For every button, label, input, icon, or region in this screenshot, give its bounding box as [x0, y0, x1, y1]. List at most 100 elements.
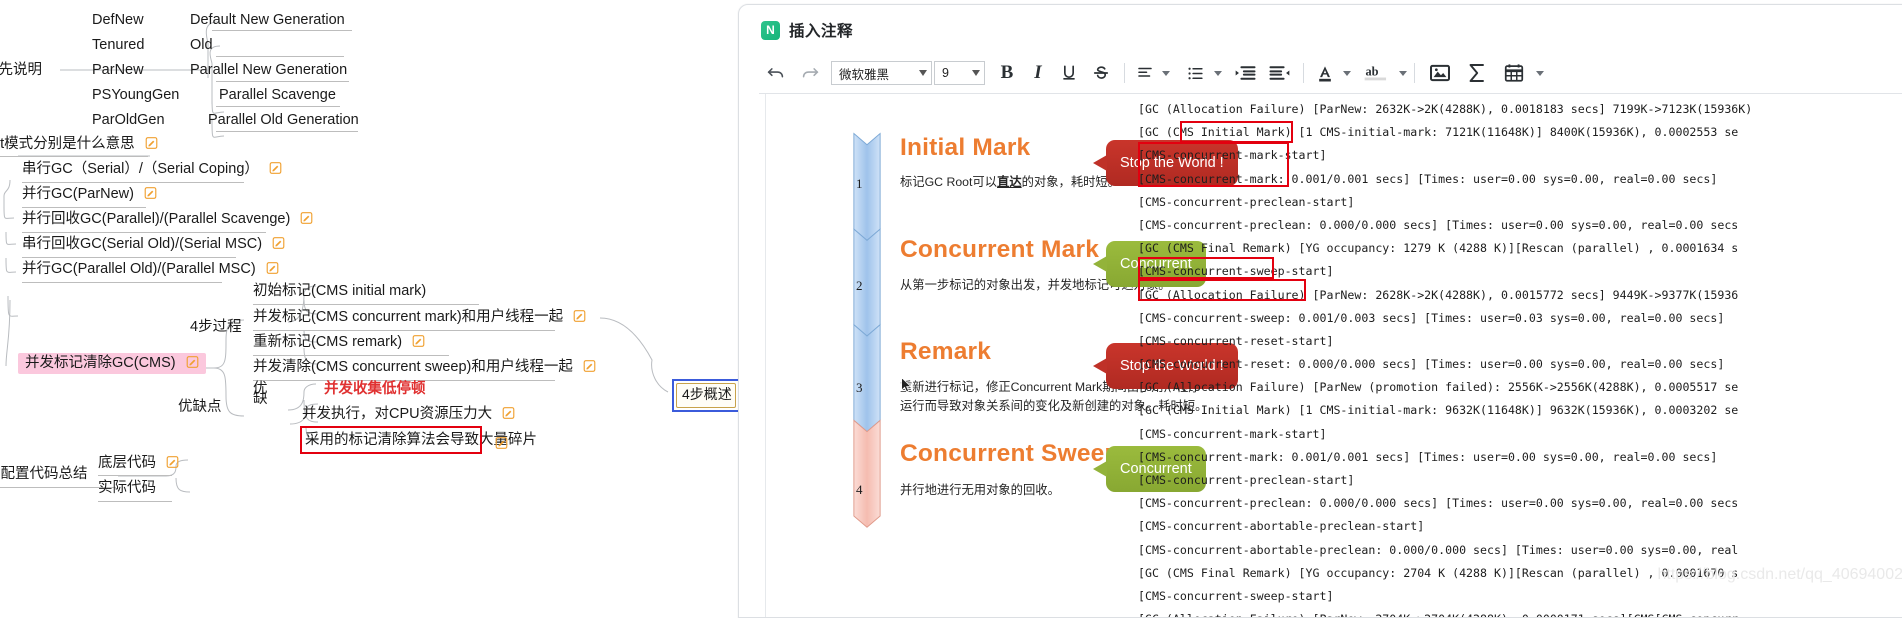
gc-log-line: [CMS-concurrent-abortable-preclean: 0.00…: [1138, 542, 1739, 557]
mindmap-row-desc-2[interactable]: Parallel New Generation: [190, 62, 347, 79]
gc-log-line: [GC (CMS Initial Mark) [1 CMS-initial-ma…: [1138, 403, 1739, 418]
document-canvas[interactable]: 1 Initial Mark 标记GC Root可以直达的对象，耗时短。 Sto…: [759, 93, 1902, 617]
chevron-down-icon[interactable]: [1214, 70, 1222, 76]
window-titlebar: N 插入注释: [761, 19, 853, 41]
mindmap-summary-label[interactable]: 器配置代码总结: [0, 466, 88, 483]
redo-icon[interactable]: [793, 58, 827, 88]
watermark-text: https://blog.csdn.net/qq_40694002: [1657, 565, 1902, 583]
gc-log-line: [CMS-concurrent-sweep-start]: [1138, 264, 1334, 279]
font-color-icon[interactable]: [1311, 58, 1339, 88]
mindmap-pro-value[interactable]: 并发收集低停顿: [324, 381, 426, 398]
pen-icon[interactable]: [269, 161, 282, 175]
bullet-list-icon[interactable]: [1180, 58, 1210, 88]
font-size-select[interactable]: 9: [934, 61, 985, 85]
font-family-select[interactable]: 微软雅黑: [831, 61, 932, 85]
chevron-down-icon[interactable]: [1162, 70, 1170, 76]
phase-title-2: Concurrent Mark: [900, 236, 1100, 263]
mindmap-step-3[interactable]: 并发清除(CMS concurrent sweep)和用户线程一起: [253, 359, 596, 376]
gc-log-line: [CMS-concurrent-sweep: 0.001/0.003 secs]…: [1138, 310, 1725, 325]
mindmap-selected-node-label: 4步概述: [682, 386, 732, 402]
mindmap-row-desc-3[interactable]: Parallel Scavenge: [219, 87, 336, 104]
bubble-tail: [1093, 256, 1107, 272]
gc-log-line: [GC (Allocation Failure) [ParNew: 2628K-…: [1138, 287, 1739, 302]
pen-icon[interactable]: [144, 186, 157, 200]
insert-image-icon[interactable]: [1422, 58, 1458, 88]
mindmap-collector-4[interactable]: 并行GC(Parallel Old)/(Parallel MSC): [22, 261, 279, 278]
mindmap-row-name-3[interactable]: PSYoungGen: [92, 87, 179, 104]
mindmap-row-name-4[interactable]: ParOldGen: [92, 112, 165, 129]
insert-table-icon[interactable]: [1496, 58, 1532, 88]
decrease-indent-icon[interactable]: [1228, 58, 1262, 88]
mindmap-collector-3[interactable]: 串行回收GC(Serial Old)/(Serial MSC): [22, 236, 285, 253]
mindmap-row-desc-0[interactable]: Default New Generation: [190, 12, 345, 29]
document-page[interactable]: 1 Initial Mark 标记GC Root可以直达的对象，耗时短。 Sto…: [765, 94, 1902, 617]
mindmap-row-name-0[interactable]: DefNew: [92, 12, 144, 29]
mindmap-row-desc-4[interactable]: Parallel Old Generation: [208, 112, 359, 129]
mindmap-summary-child-0[interactable]: 底层代码: [98, 455, 179, 472]
screen: DefNew Default New Generation Tenured Ol…: [0, 0, 1902, 618]
gc-log-text[interactable]: [GC (Allocation Failure) [ParNew: 2632K-…: [1134, 94, 1902, 617]
underline-button[interactable]: [1053, 58, 1085, 88]
gc-log-line: [CMS-concurrent-preclean-start]: [1138, 194, 1355, 209]
editor-toolbar[interactable]: 微软雅黑 9 B I ab: [759, 53, 1902, 93]
pen-icon[interactable]: [502, 406, 515, 420]
strikethrough-button[interactable]: [1085, 58, 1117, 88]
text-highlight-icon[interactable]: ab: [1359, 58, 1395, 88]
pen-icon[interactable]: [186, 355, 199, 369]
mindmap-proscons-branch-label[interactable]: 优缺点: [178, 399, 222, 416]
mindmap-step-2[interactable]: 重新标记(CMS remark): [253, 334, 425, 351]
chevron-down-icon[interactable]: [1536, 70, 1544, 76]
pen-icon[interactable]: [573, 309, 586, 323]
pen-icon[interactable]: [412, 334, 425, 348]
pen-icon[interactable]: [495, 436, 508, 450]
font-family-value: 微软雅黑: [839, 67, 890, 82]
toolbar-divider: [1124, 63, 1125, 83]
app-logo-icon: N: [761, 20, 780, 40]
mindmap-steps-branch-label[interactable]: 4步过程: [190, 319, 242, 336]
node-underline: [22, 282, 222, 283]
chevron-down-icon: [972, 70, 980, 76]
font-size-value: 9: [942, 66, 949, 80]
chevron-down-icon[interactable]: [1343, 70, 1351, 76]
node-underline: [98, 501, 172, 502]
node-underline: [212, 30, 352, 31]
mindmap-collector-1[interactable]: 并行GC(ParNew): [22, 186, 157, 203]
increase-indent-icon[interactable]: [1262, 58, 1296, 88]
align-left-icon[interactable]: [1132, 58, 1158, 88]
toolbar-divider: [1414, 63, 1415, 83]
mindmap-summary-child-1[interactable]: 实际代码: [98, 480, 156, 497]
mindmap-question-node[interactable]: ent模式分别是什么意思: [0, 136, 158, 153]
mindmap-con-label[interactable]: 缺: [253, 391, 268, 408]
mindmap-step-label: 并发清除(CMS concurrent sweep)和用户线程一起: [253, 359, 573, 375]
bold-button[interactable]: B: [991, 58, 1023, 88]
mindmap-row-name-2[interactable]: ParNew: [92, 62, 144, 79]
pen-icon[interactable]: [300, 211, 313, 225]
mindmap-step-1[interactable]: 并发标记(CMS concurrent mark)和用户线程一起: [253, 309, 586, 326]
mindmap-con-0[interactable]: 并发执行，对CPU资源压力大: [302, 406, 515, 423]
mindmap-collector-2[interactable]: 并行回收GC(Parallel)/(Parallel Scavenge): [22, 211, 313, 228]
pen-icon[interactable]: [266, 261, 279, 275]
mindmap-left-stub[interactable]: 题先说明: [0, 62, 42, 79]
mouse-cursor-icon: [901, 376, 912, 393]
italic-button[interactable]: I: [1023, 58, 1053, 88]
chevron-down-icon[interactable]: [1399, 70, 1407, 76]
pen-icon[interactable]: [145, 136, 158, 150]
mindmap-cms-label: 并发标记清除GC(CMS): [18, 353, 206, 374]
insert-comment-window[interactable]: N 插入注释 微软雅黑 9 B I ab 1 Initial Mark 标记GC…: [738, 4, 1902, 618]
node-underline: [253, 330, 555, 331]
gc-log-line: [CMS-concurrent-reset: 0.000/0.000 secs]…: [1138, 357, 1725, 372]
mindmap-panel[interactable]: DefNew Default New Generation Tenured Ol…: [0, 0, 745, 616]
mindmap-cms-node[interactable]: 并发标记清除GC(CMS): [18, 353, 206, 374]
pen-icon[interactable]: [272, 236, 285, 250]
mindmap-row-desc-1[interactable]: Old: [190, 37, 213, 54]
pen-icon[interactable]: [166, 455, 179, 469]
pen-icon[interactable]: [583, 359, 596, 373]
undo-icon[interactable]: [759, 58, 793, 88]
mindmap-step-0[interactable]: 初始标记(CMS initial mark): [253, 283, 426, 300]
chevron-down-icon: [919, 70, 927, 76]
node-underline: [22, 232, 266, 233]
mindmap-collector-0[interactable]: 串行GC（Serial）/（Serial Coping）: [22, 161, 282, 178]
sum-formula-icon[interactable]: [1458, 58, 1496, 88]
gc-log-line: [CMS-concurrent-abortable-preclean-start…: [1138, 519, 1425, 534]
mindmap-row-name-1[interactable]: Tenured: [92, 37, 144, 54]
